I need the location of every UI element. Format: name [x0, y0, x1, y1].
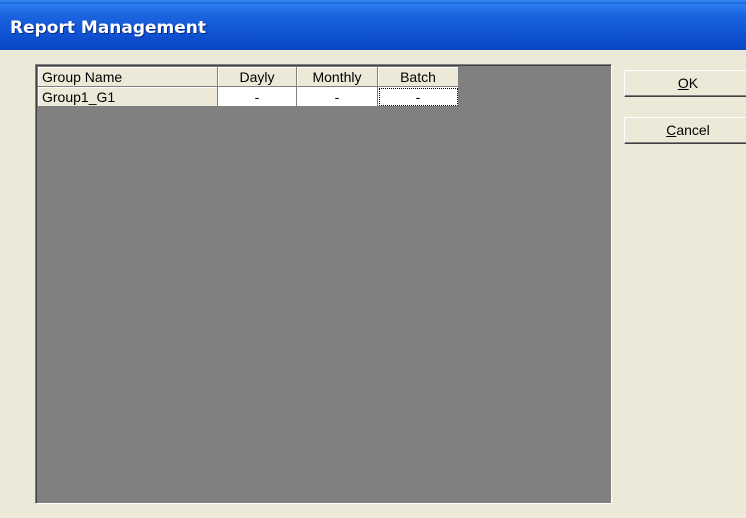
column-header-monthly[interactable]: Monthly [296, 67, 378, 87]
cancel-label-rest: ancel [676, 122, 710, 138]
window-title: Report Management [10, 18, 207, 38]
daily-cell[interactable]: - [217, 86, 297, 107]
ok-label-rest: K [688, 75, 699, 91]
column-header-daily[interactable]: Dayly [217, 67, 297, 87]
title-bar[interactable]: Report Management [0, 0, 746, 50]
column-header-group-name[interactable]: Group Name [38, 67, 218, 87]
ok-accelerator: O [677, 75, 689, 91]
table-row[interactable]: Group1_G1 - - - [38, 86, 459, 107]
column-header-batch[interactable]: Batch [377, 67, 459, 87]
cancel-accelerator: C [666, 122, 677, 138]
batch-cell[interactable]: - [377, 86, 459, 107]
cancel-button[interactable]: Cancel [624, 117, 746, 144]
table-header-row: Group Name Dayly Monthly Batch [38, 67, 459, 87]
ok-button[interactable]: OK [624, 70, 746, 97]
report-table: Group Name Dayly Monthly Batch Group1_G1… [38, 67, 459, 107]
group-name-cell[interactable]: Group1_G1 [38, 86, 218, 107]
dialog-body: Group Name Dayly Monthly Batch Group1_G1… [0, 50, 746, 518]
report-grid[interactable]: Group Name Dayly Monthly Batch Group1_G1… [35, 64, 612, 504]
monthly-cell[interactable]: - [296, 86, 378, 107]
